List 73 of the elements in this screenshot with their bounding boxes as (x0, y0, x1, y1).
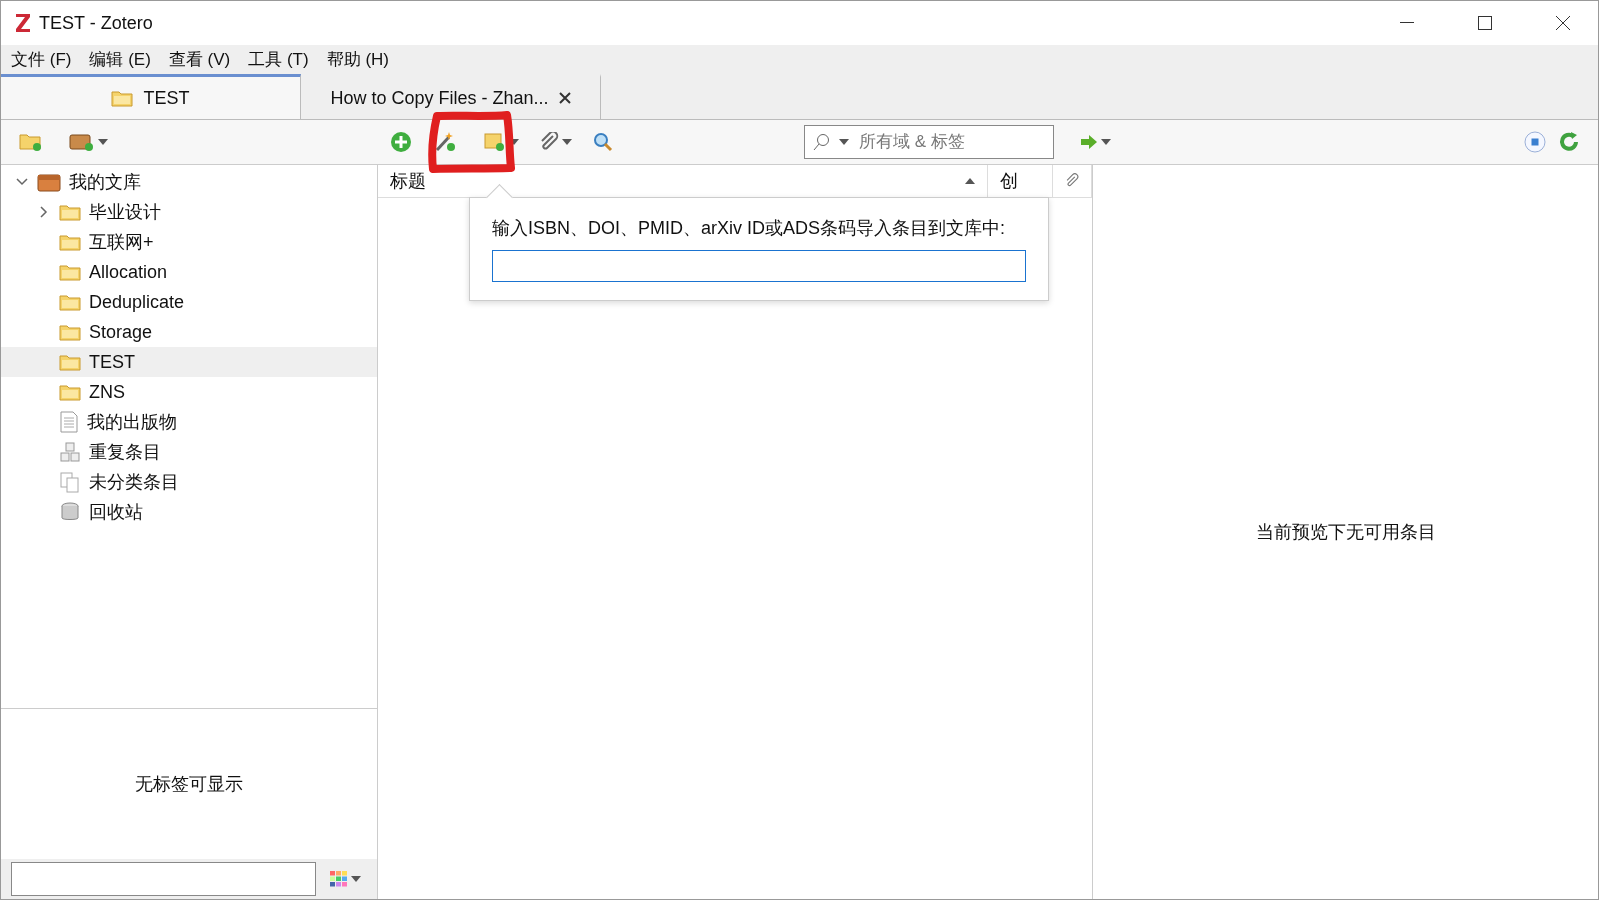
collection-label: Deduplicate (89, 291, 185, 313)
sort-arrow-icon (965, 178, 975, 184)
color-grid-icon (330, 871, 348, 887)
plus-circle-icon (390, 131, 412, 153)
folder-icon (59, 383, 81, 401)
collection-item[interactable]: 回收站 (1, 497, 377, 527)
document-icon (59, 411, 79, 433)
collection-label: Allocation (89, 261, 168, 283)
menu-item[interactable]: 查看 (V) (168, 48, 231, 71)
collection-item[interactable]: TEST (1, 347, 377, 377)
collection-label: 我的出版物 (87, 411, 177, 434)
collection-label: TEST (89, 351, 135, 373)
stacked-blocks-icon (59, 441, 81, 463)
menu-item[interactable]: 文件 (F) (11, 48, 72, 71)
folder-icon (111, 89, 134, 107)
arrow-right-icon (1080, 134, 1098, 150)
folder-icon (59, 263, 81, 281)
folder-icon (59, 293, 81, 311)
folder-icon (59, 323, 81, 341)
close-icon[interactable] (558, 92, 571, 104)
minimize-icon (1400, 22, 1414, 24)
caret-icon[interactable] (351, 876, 361, 882)
collection-label: 毕业设计 (89, 201, 161, 224)
collection-label: 我的文库 (69, 171, 141, 194)
empty-tags-message: 无标签可显示 (135, 773, 243, 796)
collection-item[interactable]: 我的文库 (1, 167, 377, 197)
collection-label: 重复条目 (89, 441, 161, 464)
folder-icon (59, 203, 81, 221)
popup-label: 输入ISBN、DOI、PMID、arXiv ID或ADS条码导入条目到文库中: (492, 217, 1007, 240)
box-plus-icon (69, 132, 95, 152)
collection-item[interactable]: 我的出版物 (1, 407, 377, 437)
close-icon (1556, 16, 1570, 30)
box-icon (37, 172, 61, 192)
caret-icon[interactable] (1101, 139, 1111, 145)
menu-item[interactable]: 帮助 (H) (326, 48, 389, 71)
caret-icon[interactable] (98, 139, 108, 145)
sync-icon (1558, 131, 1580, 153)
collection-label: ZNS (89, 381, 125, 403)
stop-circle-icon (1524, 131, 1546, 153)
collection-item[interactable]: 重复条目 (1, 437, 377, 467)
collection-item[interactable]: Storage (1, 317, 377, 347)
menu-item[interactable]: 工具 (T) (248, 48, 309, 71)
empty-item-message: 当前预览下无可用条目 (1255, 521, 1436, 544)
folder-icon (59, 233, 81, 251)
collection-item[interactable]: ZNS (1, 377, 377, 407)
pages-icon (59, 471, 81, 493)
menu-item[interactable]: 编辑 (E) (89, 48, 151, 71)
collection-label: 未分类条目 (89, 471, 179, 494)
caret-icon[interactable] (562, 139, 572, 145)
tag-filter-field[interactable] (11, 862, 316, 896)
collection-item[interactable]: 未分类条目 (1, 467, 377, 497)
collection-label: Storage (89, 321, 153, 343)
paperclip-icon (539, 132, 559, 152)
collection-label: 回收站 (89, 501, 143, 524)
identifier-input-field[interactable] (492, 250, 1026, 282)
collection-item[interactable]: Deduplicate (1, 287, 377, 317)
folder-icon (59, 353, 81, 371)
collection-item[interactable]: Allocation (1, 257, 377, 287)
app-logo-icon (15, 13, 31, 33)
search-field[interactable]: 所有域 & 标签 (804, 125, 1054, 159)
collection-item[interactable]: 互联网+ (1, 227, 377, 257)
magic-wand-icon (434, 131, 458, 153)
trash-can-icon (59, 501, 81, 523)
search-icon (813, 133, 831, 151)
magnifier-icon (592, 131, 614, 153)
note-plus-icon (484, 132, 506, 152)
maximize-icon (1478, 16, 1492, 30)
folder-plus-icon (19, 132, 43, 152)
window-title: TEST - Zotero (39, 12, 154, 34)
tab[interactable]: TEST (1, 74, 301, 119)
caret-icon[interactable] (839, 139, 849, 145)
collection-item[interactable]: 毕业设计 (1, 197, 377, 227)
collection-label: 互联网+ (89, 231, 154, 254)
